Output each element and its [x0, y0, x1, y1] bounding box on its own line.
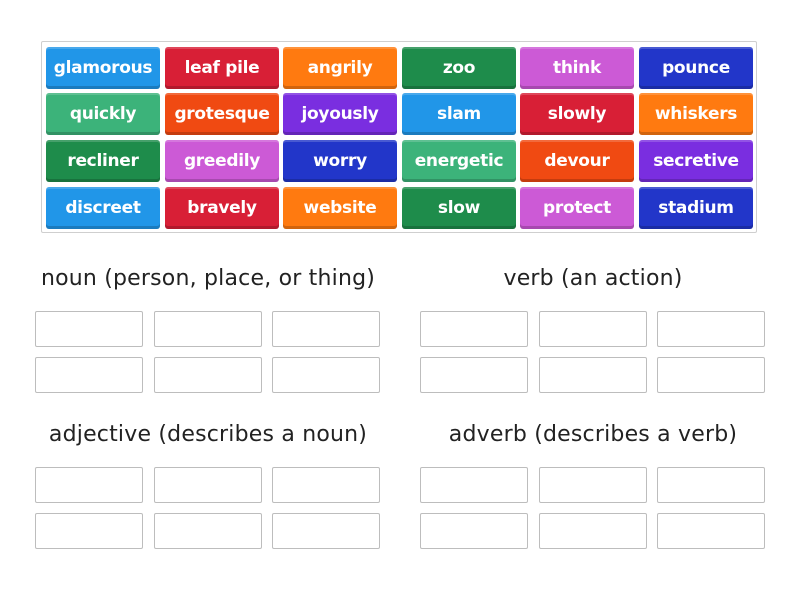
word-tile[interactable]: discreet	[46, 187, 160, 229]
drop-slot-noun[interactable]	[153, 357, 262, 393]
drop-slot-adverb[interactable]	[420, 467, 528, 503]
word-tile[interactable]: protect	[520, 187, 634, 229]
drop-slot-adjective[interactable]	[35, 513, 143, 549]
drop-slot-adjective[interactable]	[153, 467, 262, 503]
word-tile[interactable]: recliner	[46, 140, 160, 182]
drop-slot-adjective[interactable]	[35, 467, 143, 503]
drop-slot-adjective[interactable]	[153, 513, 262, 549]
drop-slot-verb[interactable]	[657, 311, 765, 347]
drop-slot-verb[interactable]	[538, 357, 647, 393]
group-title-adverb: adverb (describes a verb)	[448, 422, 738, 447]
word-tile[interactable]: angrily	[283, 47, 397, 89]
word-tile[interactable]: energetic	[402, 140, 516, 182]
drop-slot-verb[interactable]	[420, 311, 528, 347]
drop-slot-adverb[interactable]	[420, 513, 528, 549]
drop-slot-verb[interactable]	[657, 357, 765, 393]
drop-slot-adverb[interactable]	[538, 513, 647, 549]
word-tile[interactable]: slow	[402, 187, 516, 229]
group-title-verb: verb (an action)	[503, 266, 683, 291]
drop-slot-noun[interactable]	[272, 311, 380, 347]
word-tile[interactable]: quickly	[46, 93, 160, 135]
drop-slot-verb[interactable]	[538, 311, 647, 347]
word-tile[interactable]: website	[283, 187, 397, 229]
drop-slot-noun[interactable]	[272, 357, 380, 393]
word-tile[interactable]: leaf pile	[165, 47, 279, 89]
word-tile[interactable]: whiskers	[639, 93, 753, 135]
group-title-adjective: adjective (describes a noun)	[48, 422, 368, 447]
word-tile[interactable]: worry	[283, 140, 397, 182]
drop-slot-adverb[interactable]	[657, 513, 765, 549]
drop-slot-noun[interactable]	[35, 357, 143, 393]
word-tile[interactable]: slam	[402, 93, 516, 135]
drop-slot-adjective[interactable]	[272, 467, 380, 503]
word-tile[interactable]: grotesque	[165, 93, 279, 135]
drop-slot-noun[interactable]	[35, 311, 143, 347]
group-title-noun: noun (person, place, or thing)	[40, 266, 376, 291]
word-tile[interactable]: think	[520, 47, 634, 89]
word-tile[interactable]: zoo	[402, 47, 516, 89]
word-bank-tray: glamorous leaf pile angrily zoo think pounce q…	[41, 41, 757, 233]
drop-slot-noun[interactable]	[153, 311, 262, 347]
word-tile[interactable]: joyously	[283, 93, 397, 135]
word-tile[interactable]: secretive	[639, 140, 753, 182]
drop-slot-verb[interactable]	[420, 357, 528, 393]
word-tile[interactable]: stadium	[639, 187, 753, 229]
drop-slot-adjective[interactable]	[272, 513, 380, 549]
word-tile[interactable]: slowly	[520, 93, 634, 135]
drop-slot-adverb[interactable]	[538, 467, 647, 503]
word-tile[interactable]: greedily	[165, 140, 279, 182]
word-tile[interactable]: devour	[520, 140, 634, 182]
drop-slot-adverb[interactable]	[657, 467, 765, 503]
word-tile[interactable]: bravely	[165, 187, 279, 229]
word-tile[interactable]: pounce	[639, 47, 753, 89]
word-tile[interactable]: glamorous	[46, 47, 160, 89]
